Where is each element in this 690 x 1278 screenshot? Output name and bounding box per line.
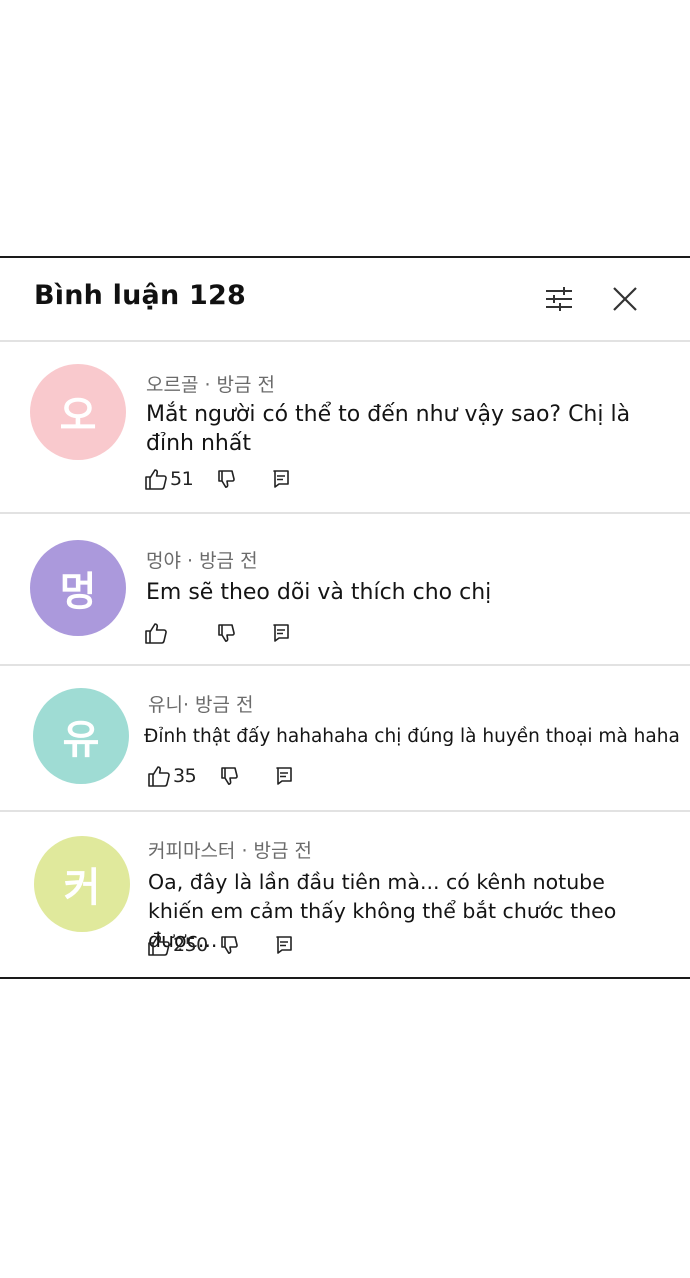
reply-icon — [275, 935, 293, 955]
comment-text: Em sẽ theo dõi và thích cho chị — [146, 580, 492, 605]
sliders-icon — [544, 286, 574, 312]
comment-meta: 커피마스터 · 방금 전 — [148, 840, 312, 862]
thumbs-down-icon — [219, 935, 239, 955]
like-count: 250 — [173, 934, 208, 956]
comment-text: Đỉnh thật đấy hahahaha chị đúng là huyền… — [144, 726, 680, 747]
comment-text: Mắt người có thể to đến như vậy sao? Chị… — [146, 402, 631, 456]
thumbs-up-icon — [147, 765, 171, 787]
avatar[interactable]: 멍 — [30, 540, 126, 636]
comment-item: 커 커피마스터 · 방금 전 Oa, đây là lần đầu tiên m… — [0, 812, 690, 977]
avatar-initial: 오 — [59, 393, 97, 439]
like-button[interactable]: 250 — [147, 932, 219, 958]
avatar[interactable]: 오 — [30, 364, 126, 460]
filter-button[interactable] — [534, 274, 584, 324]
like-button[interactable]: 51 — [144, 466, 216, 492]
thumbs-up-icon — [144, 468, 168, 490]
thumbs-down-icon — [219, 766, 239, 786]
thumbs-down-icon — [216, 469, 236, 489]
comments-header: Bình luận 128 — [0, 258, 690, 342]
thumbs-up-icon — [144, 622, 168, 644]
comment-meta: 멍야 · 방금 전 — [146, 550, 258, 572]
avatar-initial: 유 — [62, 717, 100, 763]
comment-item: 유 유니· 방금 전 Đỉnh thật đấy hahahaha chị đú… — [0, 666, 690, 812]
thumbs-up-icon — [147, 934, 171, 956]
dislike-button[interactable] — [219, 763, 275, 789]
reply-button[interactable] — [272, 620, 290, 646]
comments-title: Bình luận 128 — [34, 280, 246, 311]
reply-button[interactable] — [272, 466, 290, 492]
avatar-initial: 커 — [63, 865, 101, 911]
reply-icon — [272, 623, 290, 643]
comment-actions: 35 — [147, 763, 293, 789]
reply-icon — [275, 766, 293, 786]
avatar-initial: 멍 — [59, 569, 97, 615]
comment-actions — [144, 620, 290, 646]
avatar[interactable]: 유 — [33, 688, 129, 784]
dislike-button[interactable] — [219, 932, 275, 958]
like-count: 35 — [173, 765, 197, 787]
close-icon — [612, 286, 638, 312]
comment-meta: 오르골 · 방금 전 — [146, 374, 276, 396]
thumbs-down-icon — [216, 623, 236, 643]
like-count: 51 — [170, 468, 194, 490]
reply-button[interactable] — [275, 763, 293, 789]
avatar[interactable]: 커 — [34, 836, 130, 932]
dislike-button[interactable] — [216, 620, 272, 646]
reply-button[interactable] — [275, 932, 293, 958]
like-button[interactable] — [144, 620, 216, 646]
reply-icon — [272, 469, 290, 489]
comments-panel: Bình luận 128 오 오르골 · 방금 전 Mắt người có … — [0, 256, 690, 979]
like-button[interactable]: 35 — [147, 763, 219, 789]
close-button[interactable] — [600, 274, 650, 324]
comment-meta: 유니· 방금 전 — [148, 694, 254, 716]
comment-actions: 250 — [147, 932, 293, 958]
comment-actions: 51 — [144, 466, 290, 492]
dislike-button[interactable] — [216, 466, 272, 492]
comment-item: 멍 멍야 · 방금 전 Em sẽ theo dõi và thích cho … — [0, 514, 690, 666]
comment-item: 오 오르골 · 방금 전 Mắt người có thể to đến như… — [0, 342, 690, 514]
